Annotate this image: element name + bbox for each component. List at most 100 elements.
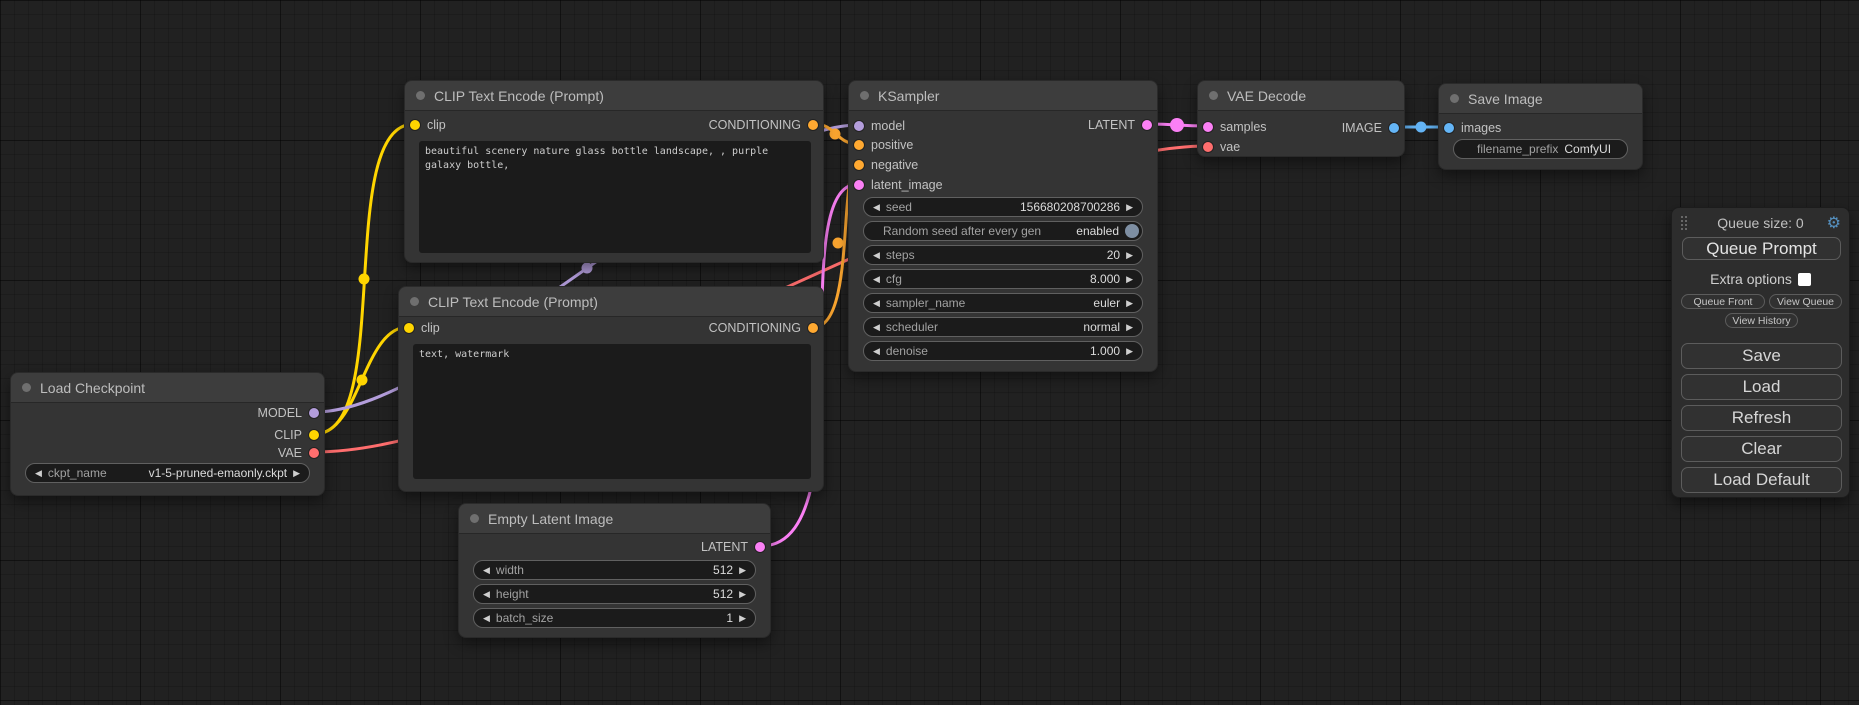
collapse-dot-icon[interactable]	[416, 91, 425, 100]
filename-prefix-widget[interactable]: filename_prefix ComfyUI	[1453, 139, 1628, 159]
latent-port-dot[interactable]	[755, 542, 765, 552]
queue-panel: Queue size: 0 ⚙ Queue Prompt Extra optio…	[1671, 207, 1850, 498]
load-default-button[interactable]: Load Default	[1681, 467, 1842, 493]
node-title-bar[interactable]: VAE Decode	[1198, 81, 1404, 111]
node-title-bar[interactable]: KSampler	[849, 81, 1157, 111]
latent-port-dot[interactable]	[1203, 122, 1213, 132]
vae-port-dot[interactable]	[1203, 142, 1213, 152]
collapse-dot-icon[interactable]	[1450, 94, 1459, 103]
queue-front-button[interactable]: Queue Front	[1681, 294, 1765, 309]
model-port-dot[interactable]	[854, 121, 864, 131]
increment-arrow-icon[interactable]: ▶	[1126, 203, 1133, 212]
width-widget[interactable]: ◀ width 512 ▶	[473, 560, 756, 580]
node-load-checkpoint[interactable]: Load Checkpoint MODEL CLIP VAE ◀ ckpt_na…	[10, 372, 325, 496]
conditioning-port-dot[interactable]	[808, 120, 818, 130]
node-vae-decode[interactable]: VAE Decode samples vae IMAGE	[1197, 80, 1405, 157]
node-title-bar[interactable]: Empty Latent Image	[459, 504, 770, 534]
collapse-dot-icon[interactable]	[470, 514, 479, 523]
save-button[interactable]: Save	[1681, 343, 1842, 369]
queue-panel-header: Queue size: 0 ⚙	[1672, 213, 1849, 233]
increment-arrow-icon[interactable]: ▶	[739, 614, 746, 623]
decrement-arrow-icon[interactable]: ◀	[483, 614, 490, 623]
node-title: CLIP Text Encode (Prompt)	[428, 294, 598, 310]
ckpt-name-widget[interactable]: ◀ ckpt_name v1-5-pruned-emaonly.ckpt ▶	[25, 463, 310, 483]
conditioning-port-dot[interactable]	[854, 140, 864, 150]
batch-size-widget[interactable]: ◀ batch_size 1 ▶	[473, 608, 756, 628]
seed-widget[interactable]: ◀ seed 156680208700286 ▶	[863, 197, 1143, 217]
refresh-button[interactable]: Refresh	[1681, 405, 1842, 431]
link-midpoint-dot	[1170, 118, 1184, 132]
decrement-arrow-icon[interactable]: ◀	[873, 323, 880, 332]
negative-prompt-textarea[interactable]: text, watermark	[413, 344, 811, 479]
increment-arrow-icon[interactable]: ▶	[293, 469, 300, 478]
link-midpoint-dot	[830, 129, 841, 140]
height-widget[interactable]: ◀ height 512 ▶	[473, 584, 756, 604]
sampler-name-widget[interactable]: ◀ sampler_name euler ▶	[863, 293, 1143, 313]
extra-options-row: Extra options	[1672, 271, 1849, 287]
increment-arrow-icon[interactable]: ▶	[1126, 275, 1133, 284]
denoise-widget[interactable]: ◀ denoise 1.000 ▶	[863, 341, 1143, 361]
node-title: CLIP Text Encode (Prompt)	[434, 88, 604, 104]
increment-arrow-icon[interactable]: ▶	[1126, 299, 1133, 308]
node-clip-text-encode-negative[interactable]: CLIP Text Encode (Prompt) clip CONDITION…	[398, 286, 824, 492]
link-midpoint-dot	[582, 263, 593, 274]
node-title-bar[interactable]: Load Checkpoint	[11, 373, 324, 403]
node-save-image[interactable]: Save Image images filename_prefix ComfyU…	[1438, 83, 1643, 170]
queue-size-label: Queue size: 0	[1672, 215, 1849, 231]
decrement-arrow-icon[interactable]: ◀	[483, 590, 490, 599]
conditioning-port-dot[interactable]	[854, 160, 864, 170]
decrement-arrow-icon[interactable]: ◀	[873, 299, 880, 308]
decrement-arrow-icon[interactable]: ◀	[873, 251, 880, 260]
node-ksampler[interactable]: KSampler model positive negative latent_…	[848, 80, 1158, 372]
positive-prompt-textarea[interactable]: beautiful scenery nature glass bottle la…	[419, 141, 811, 253]
latent-port-dot[interactable]	[1142, 120, 1152, 130]
decrement-arrow-icon[interactable]: ◀	[873, 347, 880, 356]
increment-arrow-icon[interactable]: ▶	[1126, 347, 1133, 356]
collapse-dot-icon[interactable]	[1209, 91, 1218, 100]
decrement-arrow-icon[interactable]: ◀	[873, 275, 880, 284]
node-title-bar[interactable]: CLIP Text Encode (Prompt)	[399, 287, 823, 317]
collapse-dot-icon[interactable]	[22, 383, 31, 392]
decrement-arrow-icon[interactable]: ◀	[873, 203, 880, 212]
decrement-arrow-icon[interactable]: ◀	[483, 566, 490, 575]
node-clip-text-encode-positive[interactable]: CLIP Text Encode (Prompt) clip CONDITION…	[404, 80, 824, 263]
random-seed-toggle-widget[interactable]: Random seed after every gen enabled	[863, 221, 1143, 241]
cfg-widget[interactable]: ◀ cfg 8.000 ▶	[863, 269, 1143, 289]
link-midpoint-dot	[833, 238, 844, 249]
increment-arrow-icon[interactable]: ▶	[1126, 251, 1133, 260]
clip-port-dot[interactable]	[309, 430, 319, 440]
extra-options-checkbox[interactable]	[1798, 273, 1811, 286]
clear-button[interactable]: Clear	[1681, 436, 1842, 462]
node-canvas[interactable]: Load Checkpoint MODEL CLIP VAE ◀ ckpt_na…	[0, 0, 1859, 705]
scheduler-widget[interactable]: ◀ scheduler normal ▶	[863, 317, 1143, 337]
link-midpoint-dot	[1416, 122, 1427, 133]
extra-options-label: Extra options	[1710, 271, 1792, 287]
queue-prompt-button[interactable]: Queue Prompt	[1682, 237, 1841, 260]
node-title-bar[interactable]: Save Image	[1439, 84, 1642, 114]
node-title: VAE Decode	[1227, 88, 1306, 104]
increment-arrow-icon[interactable]: ▶	[1126, 323, 1133, 332]
image-port-dot[interactable]	[1389, 123, 1399, 133]
collapse-dot-icon[interactable]	[860, 91, 869, 100]
conditioning-port-dot[interactable]	[808, 323, 818, 333]
latent-port-dot[interactable]	[854, 180, 864, 190]
node-empty-latent-image[interactable]: Empty Latent Image LATENT ◀ width 512 ▶ …	[458, 503, 771, 638]
decrement-arrow-icon[interactable]: ◀	[35, 469, 42, 478]
gear-icon[interactable]: ⚙	[1827, 213, 1841, 233]
load-button[interactable]: Load	[1681, 374, 1842, 400]
vae-port-dot[interactable]	[309, 448, 319, 458]
node-title: Save Image	[1468, 91, 1543, 107]
steps-widget[interactable]: ◀ steps 20 ▶	[863, 245, 1143, 265]
toggle-enabled-dot[interactable]	[1125, 224, 1139, 238]
collapse-dot-icon[interactable]	[410, 297, 419, 306]
increment-arrow-icon[interactable]: ▶	[739, 590, 746, 599]
model-port-dot[interactable]	[309, 408, 319, 418]
clip-port-dot[interactable]	[404, 323, 414, 333]
increment-arrow-icon[interactable]: ▶	[739, 566, 746, 575]
clip-port-dot[interactable]	[410, 120, 420, 130]
link-midpoint-dot	[359, 274, 370, 285]
image-port-dot[interactable]	[1444, 123, 1454, 133]
view-queue-button[interactable]: View Queue	[1769, 294, 1842, 309]
view-history-button[interactable]: View History	[1725, 313, 1798, 328]
node-title-bar[interactable]: CLIP Text Encode (Prompt)	[405, 81, 823, 111]
